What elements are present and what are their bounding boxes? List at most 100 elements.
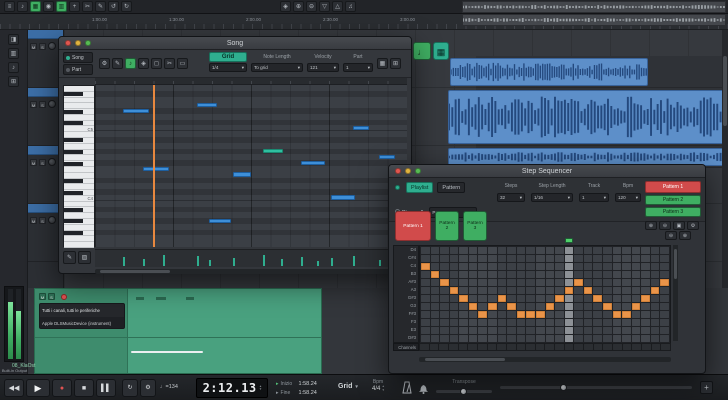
add-track-icon[interactable]: + [69,1,80,12]
step-cell[interactable] [459,295,468,302]
metronome-icon[interactable] [402,381,412,394]
step-cell[interactable] [507,335,516,342]
step-cell[interactable] [421,263,430,270]
step-cell[interactable] [536,311,545,318]
master-slider-knob[interactable] [560,384,567,391]
step-cell[interactable] [459,255,468,262]
midi-note[interactable] [233,172,251,176]
step-cell[interactable] [459,263,468,270]
step-cell[interactable] [613,319,622,326]
step-cell[interactable] [651,263,660,270]
step-cell[interactable] [593,319,602,326]
step-cell[interactable] [555,279,564,286]
step-cell[interactable] [584,295,593,302]
step-cell[interactable] [431,311,440,318]
step-cell[interactable] [536,327,545,334]
step-cell[interactable] [574,327,583,334]
rewind-button[interactable]: ◀◀ [4,379,24,397]
overview-row[interactable] [462,1,726,13]
velocity-lane[interactable] [95,249,407,267]
step-cell[interactable] [440,271,449,278]
step-cell[interactable] [507,271,516,278]
step-cell[interactable] [469,327,478,334]
step-cell[interactable] [622,335,631,342]
step-cell[interactable] [584,303,593,310]
step-cell[interactable] [488,303,497,310]
step-cell[interactable] [440,287,449,294]
step-cell[interactable] [459,303,468,310]
scrollbar-thumb[interactable] [100,270,170,273]
step-cell[interactable] [517,247,526,254]
step-cell[interactable] [632,311,641,318]
step-cell[interactable] [574,303,583,310]
step-cell[interactable] [459,247,468,254]
step-cell[interactable] [517,263,526,270]
step-cell[interactable] [440,335,449,342]
step-cell[interactable] [603,319,612,326]
audio-clip[interactable] [450,58,648,86]
scrollbar-thumb[interactable] [425,358,505,361]
midi-note[interactable] [263,149,283,153]
step-cell[interactable] [450,319,459,326]
mixer-icon[interactable]: ▥ [56,1,67,12]
volume-knob[interactable] [48,216,56,224]
piano-keyboard[interactable]: C5C4 [63,85,95,247]
step-cell[interactable] [517,279,526,286]
scrollbar-thumb[interactable] [674,249,677,279]
end-locator-value[interactable]: 1:58.24 [299,390,317,396]
velocity-bar[interactable] [301,257,303,266]
transpose-slider[interactable] [436,390,492,393]
step-cell[interactable] [431,279,440,286]
record-button[interactable]: ● [52,379,72,397]
time-stepper[interactable]: ▴▾ [260,385,262,392]
piano-roll-icon[interactable]: ▦ [30,1,41,12]
solo-button[interactable]: S [39,159,46,166]
channel-cell[interactable] [439,344,448,350]
step-cell[interactable] [421,287,430,294]
step-cell[interactable] [613,279,622,286]
step-cell[interactable] [593,311,602,318]
step-cell[interactable] [546,255,555,262]
pencil-tool-icon[interactable]: ✎ [63,251,76,264]
mute-button[interactable]: M [30,217,37,224]
step-cell[interactable] [536,279,545,286]
channel-cell[interactable] [603,344,612,350]
step-cell[interactable] [565,271,574,278]
step-cell[interactable] [613,327,622,334]
split-icon[interactable]: ✂ [164,58,175,69]
step-cell[interactable] [440,255,449,262]
channel-cell[interactable] [468,344,477,350]
playlist-mode-button[interactable]: Playlist [406,182,433,193]
step-cell[interactable] [584,319,593,326]
step-cell[interactable] [622,319,631,326]
step-cell[interactable] [622,255,631,262]
step-cell[interactable] [622,263,631,270]
scrollbar-thumb[interactable] [723,56,727,126]
midi-note[interactable] [209,219,231,223]
step-cell[interactable] [574,263,583,270]
piano-roll-ruler[interactable] [95,78,407,85]
step-cell[interactable] [526,295,535,302]
step-cell[interactable] [565,335,574,342]
step-cell[interactable] [421,279,430,286]
track-overview[interactable] [462,1,726,28]
note-length-select[interactable]: To grid▾ [251,63,303,72]
velocity-select[interactable]: 121▾ [307,63,339,72]
step-cell[interactable] [593,263,602,270]
step-cell[interactable] [431,303,440,310]
channel-cell[interactable] [565,344,574,350]
step-cell[interactable] [641,295,650,302]
volume-knob[interactable] [48,42,56,50]
volume-knob[interactable] [48,158,56,166]
velocity-bar[interactable] [123,257,125,266]
step-cell[interactable] [507,311,516,318]
step-cell[interactable] [507,247,516,254]
step-cell[interactable] [440,303,449,310]
step-cell[interactable] [488,327,497,334]
mute-button[interactable]: M [39,293,46,300]
step-cell[interactable] [555,295,564,302]
collapse-icon[interactable]: ◨ [8,34,19,45]
step-cell[interactable] [478,319,487,326]
velocity-bar[interactable] [379,260,381,266]
step-cell[interactable] [546,271,555,278]
